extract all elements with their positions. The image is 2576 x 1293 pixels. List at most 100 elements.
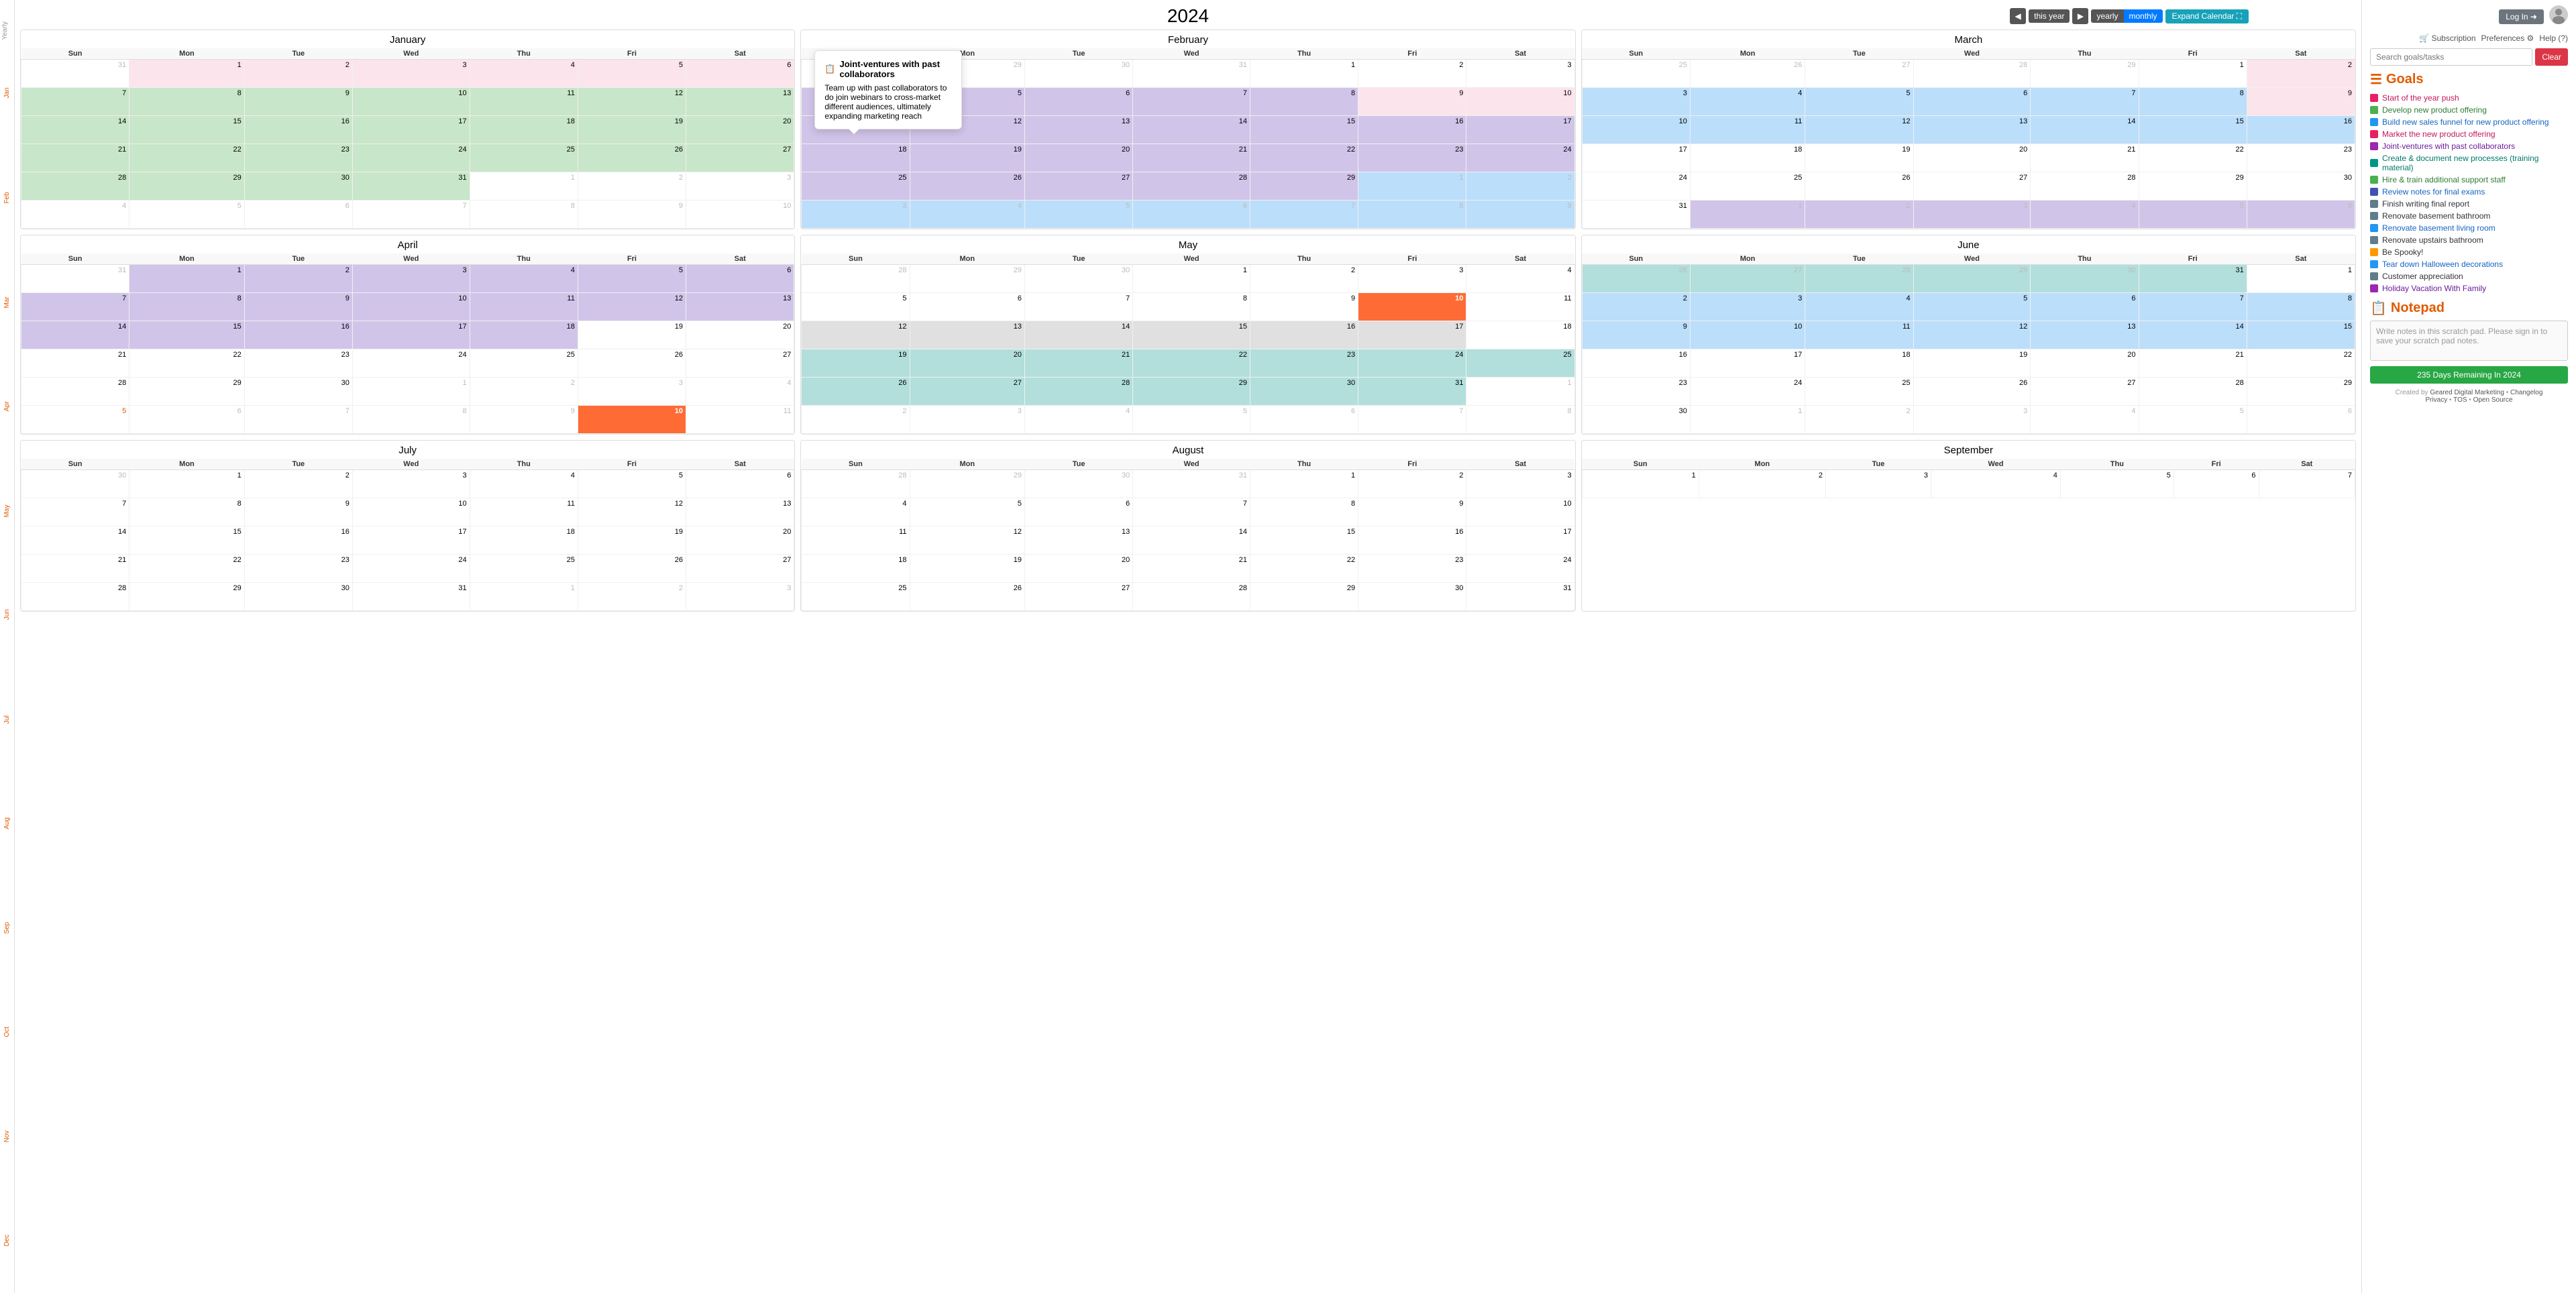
- preferences-link[interactable]: Preferences ⚙: [2481, 34, 2534, 43]
- table-row[interactable]: 3: [802, 201, 910, 229]
- table-row[interactable]: 9: [470, 406, 578, 434]
- table-row[interactable]: 3: [1826, 470, 1931, 498]
- table-row[interactable]: 2: [1466, 172, 1574, 201]
- table-row[interactable]: 17: [1690, 349, 1805, 378]
- table-row[interactable]: 2: [2247, 60, 2355, 88]
- table-row[interactable]: 5: [910, 498, 1025, 526]
- table-row[interactable]: 4: [1466, 265, 1574, 293]
- table-row[interactable]: 7: [1025, 293, 1133, 321]
- table-row[interactable]: 28: [21, 172, 129, 201]
- table-row[interactable]: 3: [1913, 406, 2031, 434]
- table-row[interactable]: 12: [578, 498, 686, 526]
- list-item[interactable]: Build new sales funnel for new product o…: [2370, 116, 2568, 128]
- privacy-link[interactable]: Privacy: [2425, 396, 2447, 404]
- tos-link[interactable]: TOS: [2453, 396, 2467, 404]
- table-row[interactable]: 7: [1358, 406, 1466, 434]
- table-row[interactable]: 29: [2247, 378, 2355, 406]
- table-row[interactable]: 5: [802, 293, 910, 321]
- table-row[interactable]: 10: [578, 406, 686, 434]
- table-row[interactable]: 17: [1582, 144, 1690, 172]
- list-item[interactable]: Tear down Halloween decorations: [2370, 258, 2568, 270]
- table-row[interactable]: 7: [352, 201, 470, 229]
- table-row[interactable]: 12: [1913, 321, 2031, 349]
- list-item[interactable]: Develop new product offering: [2370, 104, 2568, 116]
- table-row[interactable]: 28: [1133, 583, 1250, 611]
- table-row[interactable]: 31: [1358, 378, 1466, 406]
- table-row[interactable]: 25: [1466, 349, 1574, 378]
- table-row[interactable]: 3: [1582, 88, 1690, 116]
- table-row[interactable]: 18: [470, 321, 578, 349]
- table-row[interactable]: 26: [578, 349, 686, 378]
- table-row[interactable]: 5: [129, 201, 245, 229]
- table-row[interactable]: 27: [910, 378, 1025, 406]
- table-row[interactable]: 24: [352, 144, 470, 172]
- table-row[interactable]: 25: [1805, 378, 1913, 406]
- table-row[interactable]: 11: [1466, 293, 1574, 321]
- table-row[interactable]: 26: [578, 555, 686, 583]
- table-row[interactable]: 6: [686, 265, 794, 293]
- table-row[interactable]: 29: [2031, 60, 2139, 88]
- table-row[interactable]: 3: [910, 406, 1025, 434]
- table-row[interactable]: 13: [686, 498, 794, 526]
- list-item[interactable]: Renovate upstairs bathroom: [2370, 234, 2568, 246]
- list-item[interactable]: Finish writing final report: [2370, 198, 2568, 210]
- table-row[interactable]: 2: [578, 583, 686, 611]
- table-row[interactable]: 24: [1582, 172, 1690, 201]
- sidebar-month-aug[interactable]: Aug: [0, 771, 14, 876]
- table-row[interactable]: 1: [1133, 265, 1250, 293]
- table-row[interactable]: 16: [244, 526, 352, 555]
- table-row[interactable]: 27: [686, 144, 794, 172]
- table-row[interactable]: 17: [352, 526, 470, 555]
- table-row[interactable]: 7: [2139, 293, 2247, 321]
- table-row[interactable]: 6: [2174, 470, 2259, 498]
- table-row[interactable]: 22: [1250, 555, 1358, 583]
- table-row[interactable]: 6: [1250, 406, 1358, 434]
- table-row[interactable]: 4: [1690, 88, 1805, 116]
- table-row[interactable]: 4: [1931, 470, 2061, 498]
- table-row[interactable]: 9: [1466, 201, 1574, 229]
- table-row[interactable]: 4: [470, 470, 578, 498]
- table-row[interactable]: 13: [910, 321, 1025, 349]
- monthly-view-button[interactable]: monthly: [2124, 9, 2163, 23]
- table-row[interactable]: 23: [1582, 378, 1690, 406]
- table-row[interactable]: 30: [2247, 172, 2355, 201]
- table-row[interactable]: 13: [686, 88, 794, 116]
- table-row[interactable]: 29: [129, 583, 245, 611]
- table-row[interactable]: 9: [1358, 498, 1466, 526]
- table-row[interactable]: 29: [2139, 172, 2247, 201]
- user-avatar-button[interactable]: [2549, 5, 2568, 28]
- table-row[interactable]: 12: [910, 526, 1025, 555]
- table-row[interactable]: 8: [352, 406, 470, 434]
- table-row[interactable]: 8: [129, 88, 245, 116]
- table-row[interactable]: 5: [2139, 201, 2247, 229]
- table-row[interactable]: 25: [470, 349, 578, 378]
- table-row[interactable]: 6: [1025, 88, 1133, 116]
- table-row[interactable]: 7: [1133, 88, 1250, 116]
- table-row[interactable]: 2: [1582, 293, 1690, 321]
- table-row[interactable]: 1: [1582, 470, 1699, 498]
- table-row[interactable]: 2: [802, 406, 910, 434]
- table-row[interactable]: 14: [2031, 116, 2139, 144]
- table-row[interactable]: 14: [1133, 116, 1250, 144]
- table-row[interactable]: 19: [1805, 144, 1913, 172]
- table-row[interactable]: 9: [244, 88, 352, 116]
- table-row[interactable]: 16: [1250, 321, 1358, 349]
- table-row[interactable]: 2: [244, 265, 352, 293]
- table-row[interactable]: 20: [2031, 349, 2139, 378]
- clear-button[interactable]: Clear: [2535, 48, 2568, 66]
- table-row[interactable]: 1: [129, 265, 245, 293]
- table-row[interactable]: 30: [21, 470, 129, 498]
- open-source-link[interactable]: Open Source: [2473, 396, 2513, 404]
- table-row[interactable]: 21: [21, 144, 129, 172]
- table-row[interactable]: 1: [129, 470, 245, 498]
- table-row[interactable]: 7: [21, 88, 129, 116]
- list-item[interactable]: Market the new product offering: [2370, 128, 2568, 140]
- table-row[interactable]: 15: [2247, 321, 2355, 349]
- table-row[interactable]: 26: [1582, 265, 1690, 293]
- table-row[interactable]: 29: [1250, 172, 1358, 201]
- changelog-link[interactable]: Changelog: [2510, 389, 2542, 396]
- table-row[interactable]: 10: [1690, 321, 1805, 349]
- table-row[interactable]: 10: [352, 88, 470, 116]
- table-row[interactable]: 31: [352, 583, 470, 611]
- sidebar-month-jul[interactable]: Jul: [0, 667, 14, 772]
